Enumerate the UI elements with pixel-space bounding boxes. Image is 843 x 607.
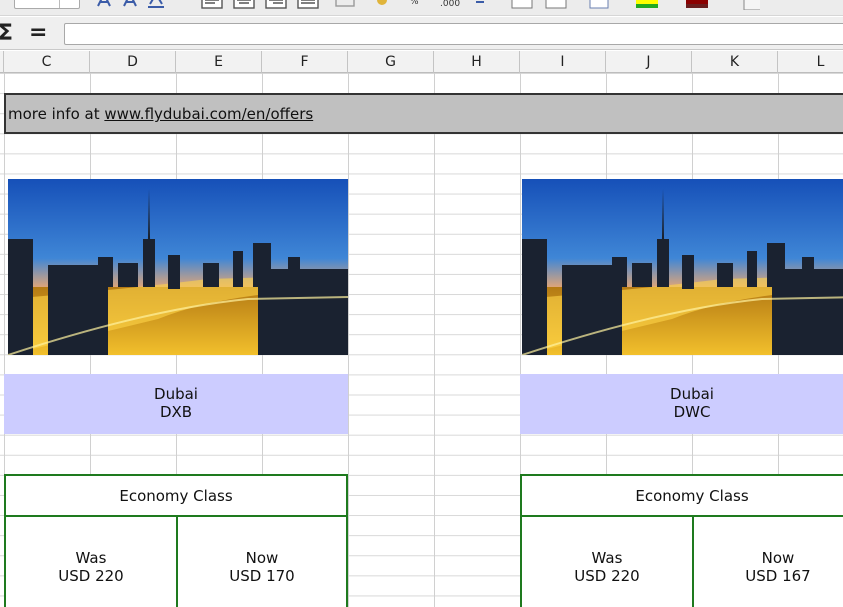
column-header-g[interactable]: G bbox=[348, 51, 434, 73]
was-label: Was bbox=[591, 549, 623, 567]
now-label: Now bbox=[761, 549, 795, 567]
column-header-h[interactable]: H bbox=[434, 51, 520, 73]
now-price: USD 170 bbox=[229, 567, 295, 585]
number-format-icons[interactable]: % .000 bbox=[374, 0, 504, 10]
align-icons[interactable] bbox=[200, 0, 360, 10]
city-cell[interactable]: Dubai DWC bbox=[520, 374, 843, 434]
now-label: Now bbox=[245, 549, 279, 567]
now-price-cell[interactable]: Now USD 170 bbox=[176, 515, 348, 607]
was-price: USD 220 bbox=[58, 567, 124, 585]
spreadsheet-window: % .000 Σ = C D E F G H I J K L more info… bbox=[0, 0, 843, 607]
column-header-l[interactable]: L bbox=[778, 51, 843, 73]
dubai-skyline-image bbox=[522, 179, 843, 355]
svg-text:.000: .000 bbox=[440, 0, 460, 9]
column-header-d[interactable]: D bbox=[90, 51, 176, 73]
airport-code: DWC bbox=[673, 403, 711, 421]
city-name: Dubai bbox=[670, 385, 714, 403]
column-header-row: C D E F G H I J K L bbox=[0, 51, 843, 73]
class-cell[interactable]: Economy Class bbox=[520, 474, 843, 517]
column-header-j[interactable]: J bbox=[606, 51, 692, 73]
border-color-icons[interactable] bbox=[510, 0, 760, 10]
function-icon[interactable]: = bbox=[29, 20, 47, 45]
column-header-e[interactable]: E bbox=[176, 51, 262, 73]
info-banner[interactable]: more info at www.flydubai.com/en/offers bbox=[4, 93, 843, 134]
column-header-k[interactable]: K bbox=[692, 51, 778, 73]
svg-text:%: % bbox=[410, 0, 419, 7]
text-format-icons[interactable] bbox=[94, 0, 184, 10]
formula-bar: Σ = bbox=[0, 17, 843, 50]
chevron-down-icon[interactable] bbox=[59, 0, 79, 8]
font-size-box[interactable] bbox=[14, 0, 80, 9]
column-header-c[interactable]: C bbox=[4, 51, 90, 73]
city-cell[interactable]: Dubai DXB bbox=[4, 374, 348, 434]
class-cell[interactable]: Economy Class bbox=[4, 474, 348, 517]
sum-icon[interactable]: Σ bbox=[0, 21, 13, 46]
airport-code: DXB bbox=[159, 403, 193, 421]
was-label: Was bbox=[75, 549, 107, 567]
dubai-skyline-image bbox=[8, 179, 348, 355]
city-name: Dubai bbox=[154, 385, 198, 403]
was-price: USD 220 bbox=[574, 567, 640, 585]
now-price: USD 167 bbox=[745, 567, 811, 585]
was-price-cell[interactable]: Was USD 220 bbox=[520, 515, 694, 607]
offers-link[interactable]: www.flydubai.com/en/offers bbox=[104, 105, 313, 123]
column-header-f[interactable]: F bbox=[262, 51, 348, 73]
now-price-cell[interactable]: Now USD 167 bbox=[692, 515, 843, 607]
column-header-i[interactable]: I bbox=[520, 51, 606, 73]
info-prefix: more info at bbox=[8, 105, 105, 123]
formula-input[interactable] bbox=[64, 23, 843, 45]
was-price-cell[interactable]: Was USD 220 bbox=[4, 515, 178, 607]
toolbar: % .000 bbox=[0, 0, 843, 16]
